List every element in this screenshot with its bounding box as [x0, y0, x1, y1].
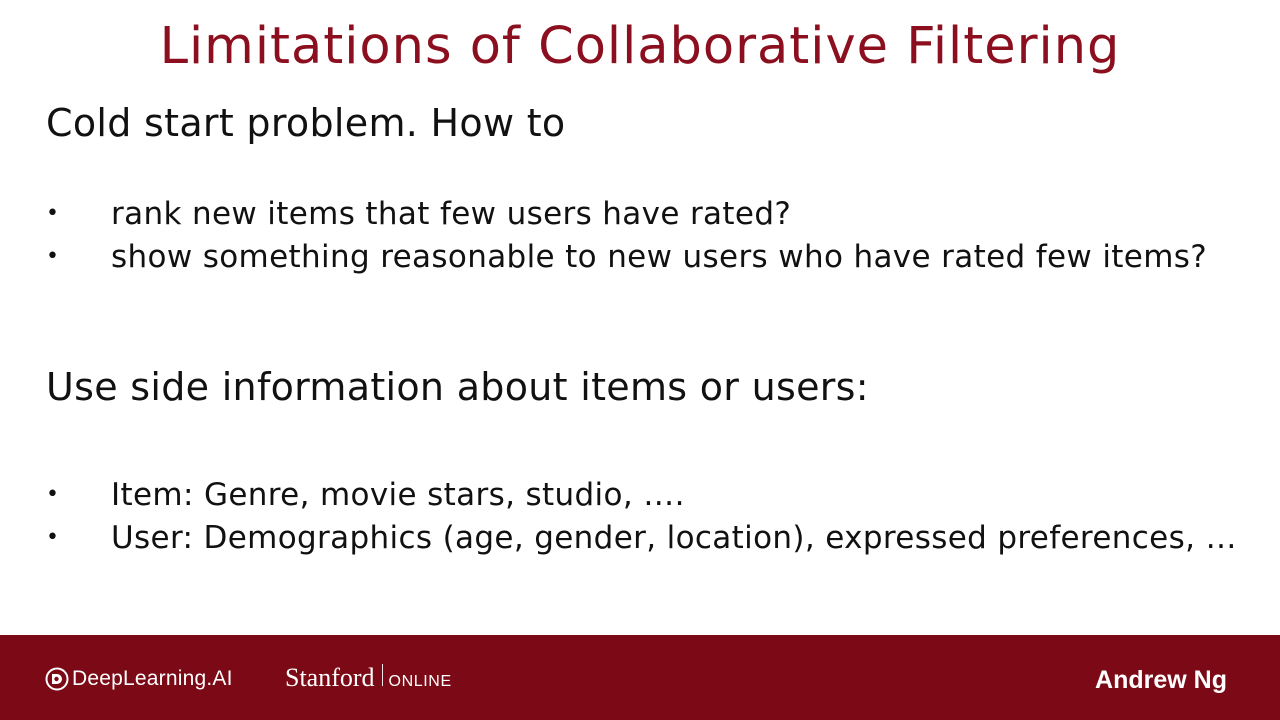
bullet-text: User: Demographics (age, gender, locatio… [111, 519, 1237, 556]
bullet-item: • Item: Genre, movie stars, studio, …. [46, 474, 1246, 517]
side-information-heading: Use side information about items or user… [46, 365, 869, 409]
author-name: Andrew Ng [1095, 666, 1227, 694]
cold-start-heading: Cold start problem. How to [46, 101, 566, 145]
deeplearning-logo-icon [45, 667, 69, 691]
stanford-online-logo: Stanford ONLINE [285, 663, 452, 693]
bullet-text: rank new items that few users have rated… [111, 196, 792, 232]
bullet-dot: • [46, 243, 60, 269]
slide-title: Limitations of Collaborative Filtering [159, 17, 1121, 76]
side-information-bullet-list: • Item: Genre, movie stars, studio, …. •… [46, 474, 1246, 559]
cold-start-bullet-list: • rank new items that few users have rat… [46, 193, 1246, 278]
stanford-wordmark: Stanford [285, 663, 375, 692]
bullet-text: Item: Genre, movie stars, studio, …. [111, 477, 685, 513]
footer-bar: DeepLearning.AI Stanford ONLINE Andrew N… [0, 635, 1280, 720]
bullet-item: • show something reasonable to new users… [46, 236, 1246, 279]
bullet-dot: • [46, 201, 60, 226]
stanford-online-label: ONLINE [388, 673, 452, 690]
logo-divider [381, 664, 383, 686]
bullet-item: • rank new items that few users have rat… [46, 193, 1246, 236]
deeplearning-logo-text: DeepLearning.AI [72, 667, 233, 690]
bullet-item: • User: Demographics (age, gender, locat… [46, 517, 1246, 560]
bullet-text: show something reasonable to new users w… [111, 238, 1208, 275]
bullet-dot: • [46, 482, 60, 507]
deeplearning-logo: DeepLearning.AI [45, 666, 233, 692]
bullet-dot: • [46, 524, 60, 550]
